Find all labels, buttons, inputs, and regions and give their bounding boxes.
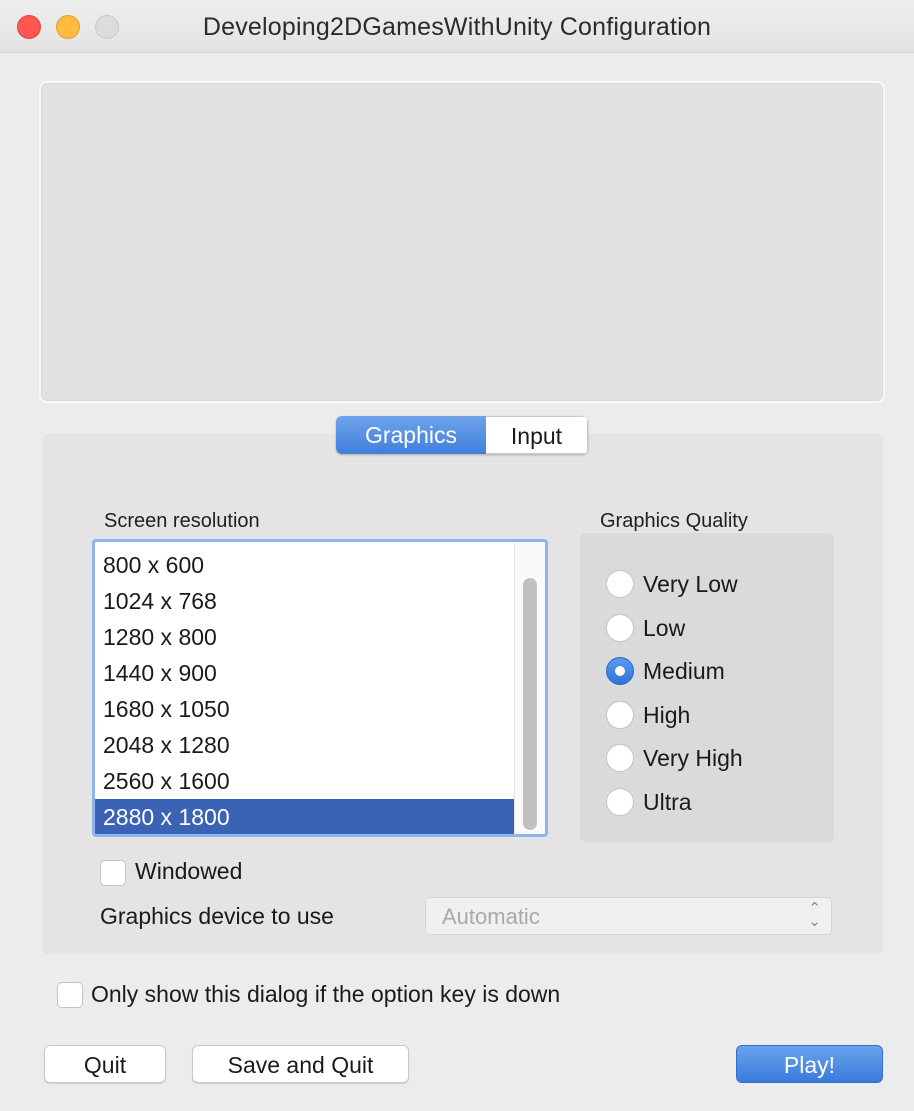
quality-option-very-low[interactable]: Very Low [606, 567, 738, 601]
resolution-item[interactable]: 1680 x 1050 [95, 691, 515, 727]
quality-option-high[interactable]: High [606, 698, 690, 732]
quality-option-label: Medium [643, 657, 725, 684]
resolution-list[interactable]: 800 x 600 1024 x 768 1280 x 800 1440 x 9… [92, 539, 548, 837]
banner-image [39, 81, 885, 403]
graphics-device-select[interactable]: Automatic ⌃ ⌄ [425, 897, 832, 935]
resolution-item[interactable]: 2560 x 1600 [95, 763, 515, 799]
graphics-device-label: Graphics device to use [100, 903, 334, 929]
resolution-item[interactable]: 2048 x 1280 [95, 727, 515, 763]
graphics-quality-label: Graphics Quality [600, 510, 748, 532]
quality-option-low[interactable]: Low [606, 611, 685, 645]
window-title: Developing2DGamesWithUnity Configuration [202, 13, 712, 41]
radio-button[interactable] [606, 570, 634, 598]
graphics-device-value: Automatic [442, 904, 540, 929]
screen-resolution-label: Screen resolution [104, 510, 260, 532]
option-key-label: Only show this dialog if the option key … [91, 981, 561, 1007]
quality-option-label: Very High [643, 744, 743, 771]
quality-option-label: Ultra [643, 788, 692, 815]
tab-graphics[interactable]: Graphics [336, 416, 486, 454]
quality-option-label: High [643, 701, 691, 728]
windowed-checkbox[interactable] [100, 860, 126, 886]
radio-button[interactable] [606, 614, 634, 642]
chevron-updown-icon: ⌃ ⌄ [808, 900, 821, 930]
graphics-quality-group: Very Low Low Medium High Very High Ultra [580, 533, 834, 842]
tab-bar: Graphics Input [336, 416, 588, 454]
quality-option-medium[interactable]: Medium [606, 654, 725, 688]
save-and-quit-button[interactable]: Save and Quit [192, 1045, 409, 1083]
resolution-item[interactable]: 1280 x 800 [95, 619, 515, 655]
play-button[interactable]: Play! [736, 1045, 883, 1083]
radio-button-selected[interactable] [606, 657, 634, 685]
title-bar[interactable]: Developing2DGamesWithUnity Configuration [0, 0, 914, 53]
resolution-item-selected[interactable]: 2880 x 1800 [95, 799, 515, 834]
radio-button[interactable] [606, 788, 634, 816]
radio-button[interactable] [606, 701, 634, 729]
quality-option-label: Low [643, 614, 686, 641]
option-key-checkbox[interactable] [57, 982, 83, 1008]
scrollbar-thumb[interactable] [523, 578, 537, 830]
quit-button[interactable]: Quit [44, 1045, 166, 1083]
windowed-label: Windowed [135, 858, 243, 884]
tab-input[interactable]: Input [486, 416, 588, 454]
quality-option-label: Very Low [643, 570, 738, 597]
resolution-list-items: 800 x 600 1024 x 768 1280 x 800 1440 x 9… [95, 547, 515, 834]
resolution-item[interactable]: 1440 x 900 [95, 655, 515, 691]
resolution-item[interactable]: 1024 x 768 [95, 583, 515, 619]
config-window: Developing2DGamesWithUnity Configuration… [0, 0, 914, 1111]
resolution-item[interactable]: 800 x 600 [95, 547, 515, 583]
resolution-scrollbar[interactable] [514, 542, 545, 834]
radio-button[interactable] [606, 744, 634, 772]
quality-option-very-high[interactable]: Very High [606, 741, 743, 775]
quality-option-ultra[interactable]: Ultra [606, 785, 692, 819]
